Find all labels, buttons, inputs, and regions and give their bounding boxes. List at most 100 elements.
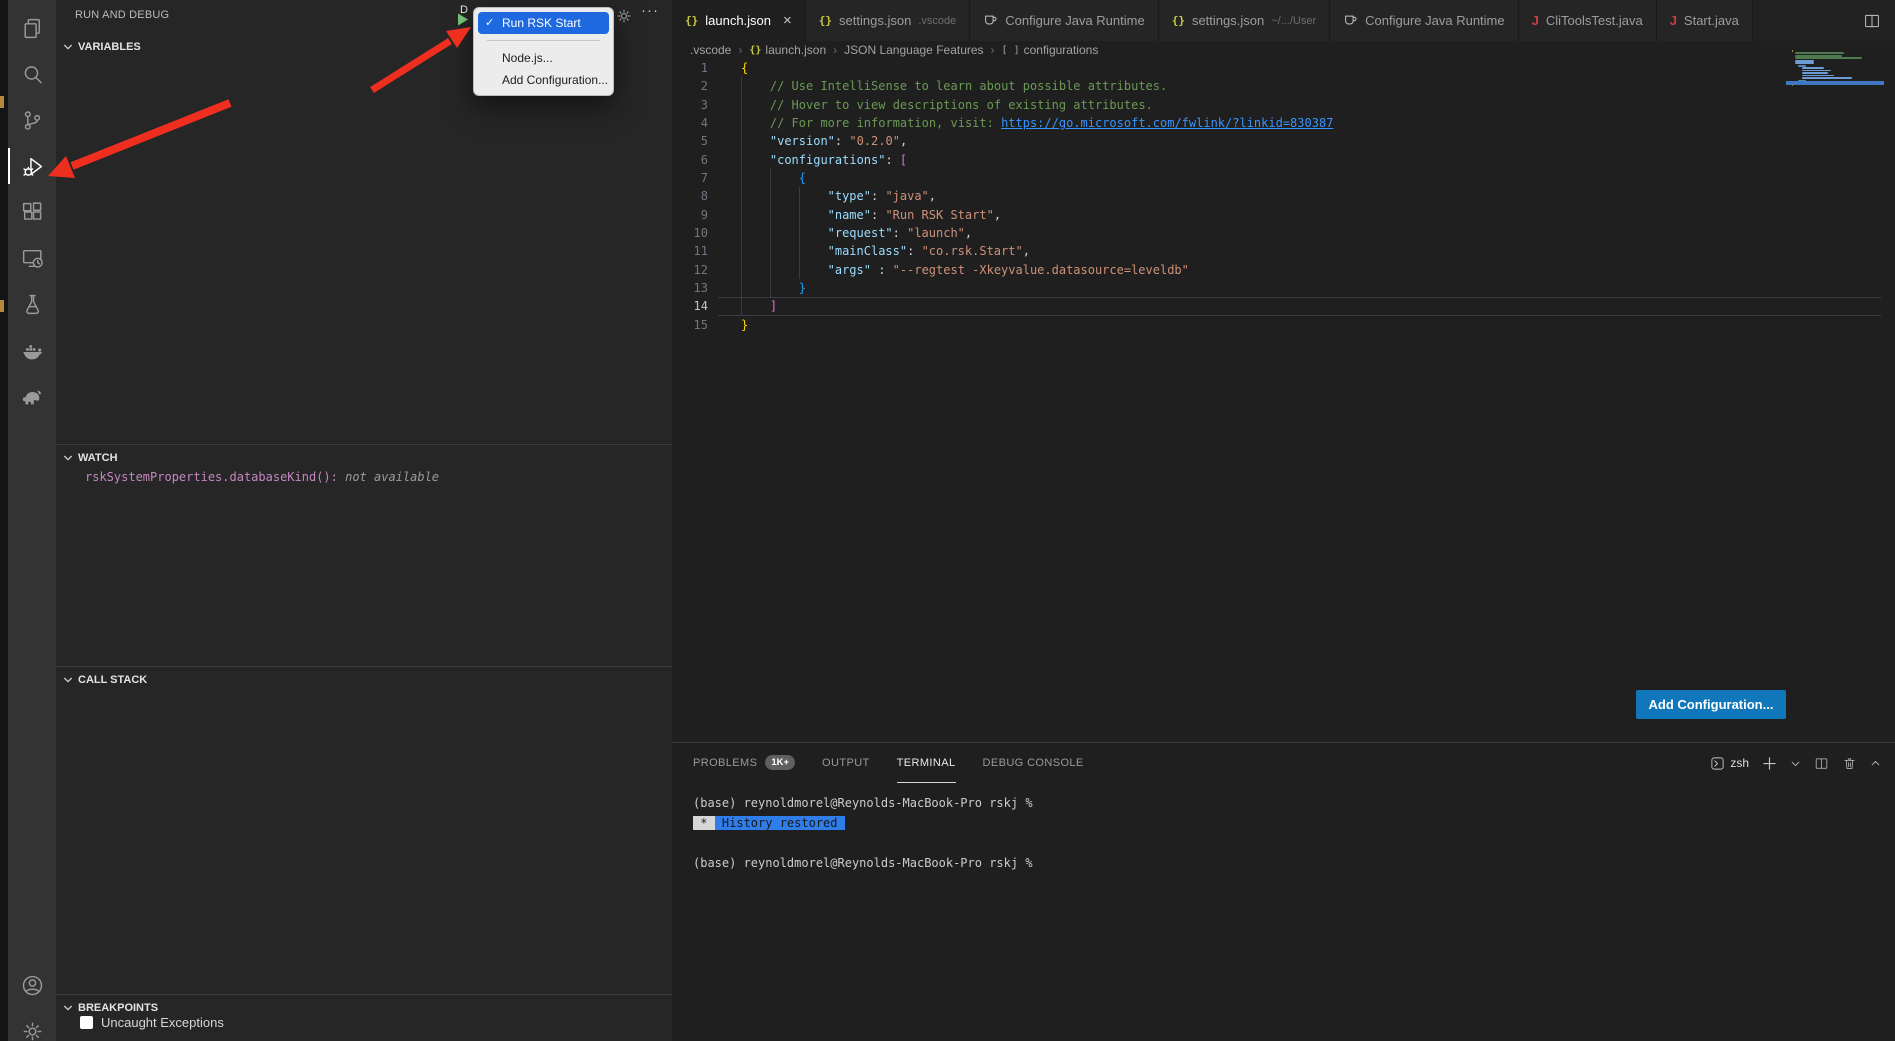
code-token: "java": [885, 189, 928, 203]
line-number[interactable]: 6: [672, 151, 708, 169]
breadcrumb-separator: ›: [833, 43, 837, 57]
launch-profile-chevron-icon[interactable]: [1790, 758, 1801, 769]
array-symbol-icon: [ ]: [1002, 45, 1020, 56]
section-watch[interactable]: WATCH: [56, 447, 672, 469]
code-line[interactable]: "name": "Run RSK Start",: [718, 206, 1881, 224]
link-text[interactable]: https://go.microsoft.com/fwlink/?linkid=…: [1001, 116, 1333, 130]
maximize-panel-chevron-icon[interactable]: [1870, 758, 1881, 769]
line-number[interactable]: 15: [672, 316, 708, 334]
new-terminal-icon[interactable]: [1762, 756, 1777, 771]
accounts-icon[interactable]: [8, 962, 56, 1008]
code-line[interactable]: }: [718, 279, 1881, 297]
remote-explorer-icon[interactable]: [8, 235, 56, 281]
explorer-icon[interactable]: [8, 5, 56, 51]
terminal-shell-item[interactable]: zsh: [1710, 756, 1749, 771]
add-configuration-button[interactable]: Add Configuration...: [1636, 690, 1786, 719]
chevron-down-icon: [63, 42, 73, 52]
watch-expression-row[interactable]: rskSystemProperties.databaseKind(): not …: [85, 470, 439, 484]
line-number[interactable]: 11: [672, 242, 708, 260]
panel-tab-debug-console[interactable]: DEBUG CONSOLE: [983, 743, 1084, 783]
extensions-icon[interactable]: [8, 189, 56, 235]
search-icon[interactable]: [8, 51, 56, 97]
docker-icon[interactable]: [8, 327, 56, 373]
menu-item-run-rsk-start[interactable]: Run RSK Start: [478, 12, 609, 34]
split-terminal-icon[interactable]: [1814, 756, 1829, 771]
code-line[interactable]: }: [718, 316, 1881, 334]
code-line[interactable]: ]: [718, 297, 1881, 315]
chevron-down-icon: [63, 453, 73, 463]
line-number[interactable]: 9: [672, 206, 708, 224]
more-actions-icon[interactable]: ···: [641, 2, 659, 19]
section-call-stack-label: CALL STACK: [78, 674, 147, 686]
section-call-stack[interactable]: CALL STACK: [56, 669, 672, 691]
divider: [56, 994, 672, 995]
terminal-content[interactable]: (base) reynoldmorel@Reynolds-MacBook-Pro…: [693, 793, 1033, 873]
breadcrumb-item-vscode[interactable]: .vscode: [690, 43, 731, 57]
line-number[interactable]: 14: [672, 297, 708, 315]
code-token: }: [741, 318, 748, 332]
gradle-icon[interactable]: [8, 373, 56, 419]
code-line[interactable]: "args" : "--regtest -Xkeyvalue.datasourc…: [718, 261, 1881, 279]
breakpoint-uncaught-exceptions[interactable]: Uncaught Exceptions: [80, 1015, 224, 1030]
breadcrumb-label: configurations: [1024, 43, 1099, 57]
checkbox[interactable]: [80, 1016, 93, 1029]
line-number[interactable]: 5: [672, 132, 708, 150]
terminal-blank-line: [693, 833, 1033, 853]
shell-label: zsh: [1730, 756, 1749, 770]
code-editor[interactable]: {// Use IntelliSense to learn about poss…: [718, 59, 1881, 334]
breadcrumb-item-launch-json[interactable]: {}launch.json: [749, 43, 826, 57]
breadcrumb-item-configurations[interactable]: [ ] configurations: [1002, 43, 1099, 57]
debug-start-icon[interactable]: [457, 13, 469, 26]
indent-guide: [770, 169, 771, 297]
editor-tab-configure-java-runtime[interactable]: Configure Java Runtime: [970, 0, 1158, 41]
menu-item-node-js[interactable]: Node.js...: [478, 47, 609, 69]
code-token: ]: [770, 299, 777, 313]
line-number[interactable]: 13: [672, 279, 708, 297]
code-line[interactable]: "type": "java",: [718, 187, 1881, 205]
editor-tab-start-java[interactable]: JStart.java: [1657, 0, 1753, 41]
split-editor-icon[interactable]: [1863, 0, 1895, 41]
menu-item-add-configuration[interactable]: Add Configuration...: [478, 69, 609, 91]
panel-tab-output[interactable]: OUTPUT: [822, 743, 870, 783]
breadcrumb-item-json-language-features[interactable]: JSON Language Features: [844, 43, 983, 57]
minimap-line: [1792, 50, 1793, 52]
run-and-debug-icon[interactable]: [8, 143, 56, 189]
settings-icon[interactable]: [8, 1008, 56, 1041]
editor-tab-launch-json[interactable]: {}launch.json×: [672, 0, 806, 41]
code-line[interactable]: {: [718, 169, 1881, 187]
code-line[interactable]: // Use IntelliSense to learn about possi…: [718, 77, 1881, 95]
background-accent-mark: [0, 300, 4, 312]
close-icon[interactable]: ×: [783, 13, 792, 28]
editor-group: {}launch.json×{}settings.json.vscodeConf…: [672, 0, 1895, 742]
code-line[interactable]: "mainClass": "co.rsk.Start",: [718, 242, 1881, 260]
panel-tab-problems[interactable]: PROBLEMS1K+: [693, 743, 795, 783]
line-number[interactable]: 4: [672, 114, 708, 132]
line-number[interactable]: 2: [672, 77, 708, 95]
code-line[interactable]: "configurations": [: [718, 151, 1881, 169]
watch-expression: rskSystemProperties.databaseKind():: [85, 470, 338, 484]
editor-tab-settings-json[interactable]: {}settings.json.vscode: [806, 0, 970, 41]
code-line[interactable]: // For more information, visit: https://…: [718, 114, 1881, 132]
minimap-line: [1795, 55, 1842, 57]
code-line[interactable]: "version": "0.2.0",: [718, 132, 1881, 150]
debug-settings-gear-icon[interactable]: [615, 7, 633, 25]
editor-tab-clitoolstest-java[interactable]: JCliToolsTest.java: [1519, 0, 1657, 41]
java-runtime-cup-icon: [983, 12, 998, 30]
editor-tab-settings-json[interactable]: {}settings.json~/.../User: [1159, 0, 1330, 41]
kill-terminal-trash-icon[interactable]: [1842, 756, 1857, 771]
code-line[interactable]: "request": "launch",: [718, 224, 1881, 242]
line-number[interactable]: 1: [672, 59, 708, 77]
line-number[interactable]: 8: [672, 187, 708, 205]
code-line[interactable]: // Hover to view descriptions of existin…: [718, 96, 1881, 114]
line-number[interactable]: 12: [672, 261, 708, 279]
vscode-window: RUN AND DEBUG D ··· VARIABLES WATCH rskS…: [0, 0, 1895, 1041]
editor-tab-configure-java-runtime[interactable]: Configure Java Runtime: [1330, 0, 1518, 41]
editor-gutter[interactable]: 123456789101112131415: [672, 59, 708, 334]
line-number[interactable]: 3: [672, 96, 708, 114]
testing-icon[interactable]: [8, 281, 56, 327]
line-number[interactable]: 7: [672, 169, 708, 187]
line-number[interactable]: 10: [672, 224, 708, 242]
source-control-icon[interactable]: [8, 97, 56, 143]
panel-tab-terminal[interactable]: TERMINAL: [897, 743, 956, 783]
code-line[interactable]: {: [718, 59, 1881, 77]
